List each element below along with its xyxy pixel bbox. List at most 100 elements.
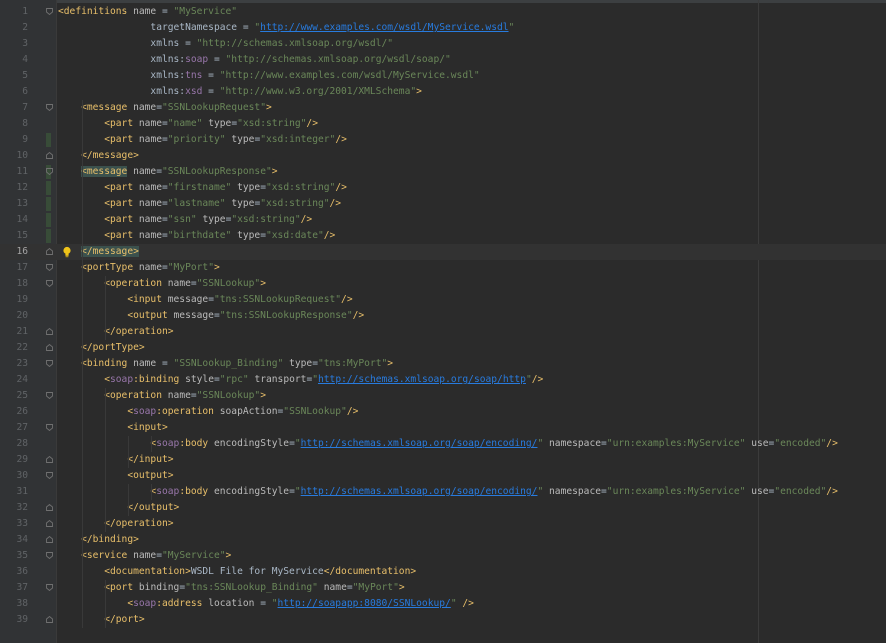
fold-close-icon[interactable] <box>46 616 53 623</box>
code-line[interactable]: 12 <part name="firstname" type="xsd:stri… <box>0 180 886 196</box>
fold-open-icon[interactable] <box>46 424 53 431</box>
code-line[interactable]: 21 </operation> <box>0 324 886 340</box>
code-line[interactable]: 6 xmlns:xsd = "http://www.w3.org/2001/XM… <box>0 84 886 100</box>
fold-open-icon[interactable] <box>46 168 53 175</box>
code-text[interactable]: <documentation>WSDL File for MyService</… <box>58 564 416 580</box>
code-line[interactable]: 35 <service name="MyService"> <box>0 548 886 564</box>
code-text[interactable]: xmlns:soap = "http://schemas.xmlsoap.org… <box>58 52 450 68</box>
code-line[interactable]: 1 <definitions name = "MyService" <box>0 4 886 20</box>
fold-close-icon[interactable] <box>46 520 53 527</box>
vcs-change-marker[interactable] <box>46 181 51 195</box>
code-text[interactable]: <output> <box>58 468 173 484</box>
fold-open-icon[interactable] <box>46 104 53 111</box>
fold-close-icon[interactable] <box>46 536 53 543</box>
code-line[interactable]: 10 </message> <box>0 148 886 164</box>
fold-open-icon[interactable] <box>46 392 53 399</box>
code-text[interactable]: </portType> <box>58 340 145 356</box>
code-text[interactable]: <soap:operation soapAction="SSNLookup"/> <box>58 404 358 420</box>
code-line[interactable]: 29 </input> <box>0 452 886 468</box>
code-text[interactable]: <part name="priority" type="xsd:integer"… <box>58 132 347 148</box>
code-text[interactable]: <operation name="SSNLookup"> <box>58 388 266 404</box>
code-line[interactable]: 37 <port binding="tns:SSNLookup_Binding"… <box>0 580 886 596</box>
code-text[interactable]: <binding name = "SSNLookup_Binding" type… <box>58 356 393 372</box>
vcs-change-marker[interactable] <box>46 229 51 243</box>
code-text[interactable]: xmlns:xsd = "http://www.w3.org/2001/XMLS… <box>58 84 422 100</box>
code-text[interactable]: <port binding="tns:SSNLookup_Binding" na… <box>58 580 404 596</box>
code-text[interactable]: <message name="SSNLookupRequest"> <box>58 100 272 116</box>
code-line[interactable]: 2 targetNamespace = "http://www.examples… <box>0 20 886 36</box>
code-text[interactable]: <input> <box>58 420 167 436</box>
code-line[interactable]: 14 <part name="ssn" type="xsd:string"/> <box>0 212 886 228</box>
code-text[interactable]: <soap:body encodingStyle="http://schemas… <box>58 436 837 452</box>
code-text[interactable]: </message> <box>58 244 139 260</box>
code-line[interactable]: 5 xmlns:tns = "http://www.examples.com/w… <box>0 68 886 84</box>
code-line[interactable]: 28 <soap:body encodingStyle="http://sche… <box>0 436 886 452</box>
code-text[interactable]: </input> <box>58 452 173 468</box>
fold-close-icon[interactable] <box>46 248 53 255</box>
code-line[interactable]: 8 <part name="name" type="xsd:string"/> <box>0 116 886 132</box>
code-line[interactable]: 18 <operation name="SSNLookup"> <box>0 276 886 292</box>
code-text[interactable]: xmlns = "http://schemas.xmlsoap.org/wsdl… <box>58 36 393 52</box>
code-text[interactable]: xmlns:tns = "http://www.examples.com/wsd… <box>58 68 479 84</box>
code-line[interactable]: 32 </output> <box>0 500 886 516</box>
code-token[interactable]: http://schemas.xmlsoap.org/soap/encoding… <box>301 486 538 497</box>
code-text[interactable]: </message> <box>58 148 139 164</box>
fold-open-icon[interactable] <box>46 8 53 15</box>
code-line[interactable]: 26 <soap:operation soapAction="SSNLookup… <box>0 404 886 420</box>
code-text[interactable]: </binding> <box>58 532 139 548</box>
code-line[interactable]: 3 xmlns = "http://schemas.xmlsoap.org/ws… <box>0 36 886 52</box>
code-line[interactable]: 11 <message name="SSNLookupResponse"> <box>0 164 886 180</box>
code-token[interactable]: http://www.examples.com/wsdl/MyService.w… <box>260 22 508 33</box>
code-text[interactable]: <soap:body encodingStyle="http://schemas… <box>58 484 837 500</box>
code-text[interactable]: </output> <box>58 500 179 516</box>
code-text[interactable]: <service name="MyService"> <box>58 548 231 564</box>
code-text[interactable]: targetNamespace = "http://www.examples.c… <box>58 20 514 36</box>
vcs-change-marker[interactable] <box>46 133 51 147</box>
code-token[interactable]: http://soapapp:8080/SSNLookup/ <box>278 598 451 609</box>
code-line[interactable]: 31 <soap:body encodingStyle="http://sche… <box>0 484 886 500</box>
code-editor[interactable]: 1 <definitions name = "MyService" 2 target… <box>0 0 886 643</box>
fold-open-icon[interactable] <box>46 280 53 287</box>
code-line[interactable]: 17 <portType name="MyPort"> <box>0 260 886 276</box>
code-text[interactable]: <part name="lastname" type="xsd:string"/… <box>58 196 341 212</box>
code-line[interactable]: 19 <input message="tns:SSNLookupRequest"… <box>0 292 886 308</box>
vcs-change-marker[interactable] <box>46 213 51 227</box>
fold-close-icon[interactable] <box>46 344 53 351</box>
code-text[interactable]: <operation name="SSNLookup"> <box>58 276 266 292</box>
code-line[interactable]: 27 <input> <box>0 420 886 436</box>
code-text[interactable]: <part name="ssn" type="xsd:string"/> <box>58 212 312 228</box>
code-line[interactable]: 23 <binding name = "SSNLookup_Binding" t… <box>0 356 886 372</box>
code-text[interactable]: <soap:binding style="rpc" transport="htt… <box>58 372 543 388</box>
code-text[interactable]: <definitions name = "MyService" <box>58 4 237 20</box>
fold-open-icon[interactable] <box>46 360 53 367</box>
fold-open-icon[interactable] <box>46 472 53 479</box>
code-line[interactable]: 7 <message name="SSNLookupRequest"> <box>0 100 886 116</box>
code-line[interactable]: 4 xmlns:soap = "http://schemas.xmlsoap.o… <box>0 52 886 68</box>
fold-close-icon[interactable] <box>46 152 53 159</box>
code-line[interactable]: 20 <output message="tns:SSNLookupRespons… <box>0 308 886 324</box>
code-line[interactable]: 36 <documentation>WSDL File for MyServic… <box>0 564 886 580</box>
code-token[interactable]: http://schemas.xmlsoap.org/soap/http <box>318 374 526 385</box>
code-line[interactable]: 24 <soap:binding style="rpc" transport="… <box>0 372 886 388</box>
code-text[interactable]: <message name="SSNLookupResponse"> <box>58 164 278 180</box>
code-text[interactable]: <soap:address location = "http://soapapp… <box>58 596 474 612</box>
code-text[interactable]: <part name="birthdate" type="xsd:date"/> <box>58 228 335 244</box>
fold-open-icon[interactable] <box>46 552 53 559</box>
code-line[interactable]: 16 </message> <box>0 244 886 260</box>
code-line[interactable]: 30 <output> <box>0 468 886 484</box>
code-text[interactable]: <part name="firstname" type="xsd:string"… <box>58 180 347 196</box>
code-text[interactable]: <input message="tns:SSNLookupRequest"/> <box>58 292 352 308</box>
code-line[interactable]: 22 </portType> <box>0 340 886 356</box>
code-line[interactable]: 34 </binding> <box>0 532 886 548</box>
code-text[interactable]: </port> <box>58 612 144 628</box>
code-line[interactable]: 25 <operation name="SSNLookup"> <box>0 388 886 404</box>
code-line[interactable]: 15 <part name="birthdate" type="xsd:date… <box>0 228 886 244</box>
code-text[interactable]: </operation> <box>58 324 173 340</box>
code-line[interactable]: 33 </operation> <box>0 516 886 532</box>
code-line[interactable]: 38 <soap:address location = "http://soap… <box>0 596 886 612</box>
code-line[interactable]: 39 </port> <box>0 612 886 628</box>
code-text[interactable]: <part name="name" type="xsd:string"/> <box>58 116 318 132</box>
code-text[interactable]: </operation> <box>58 516 173 532</box>
fold-close-icon[interactable] <box>46 504 53 511</box>
code-line[interactable]: 13 <part name="lastname" type="xsd:strin… <box>0 196 886 212</box>
